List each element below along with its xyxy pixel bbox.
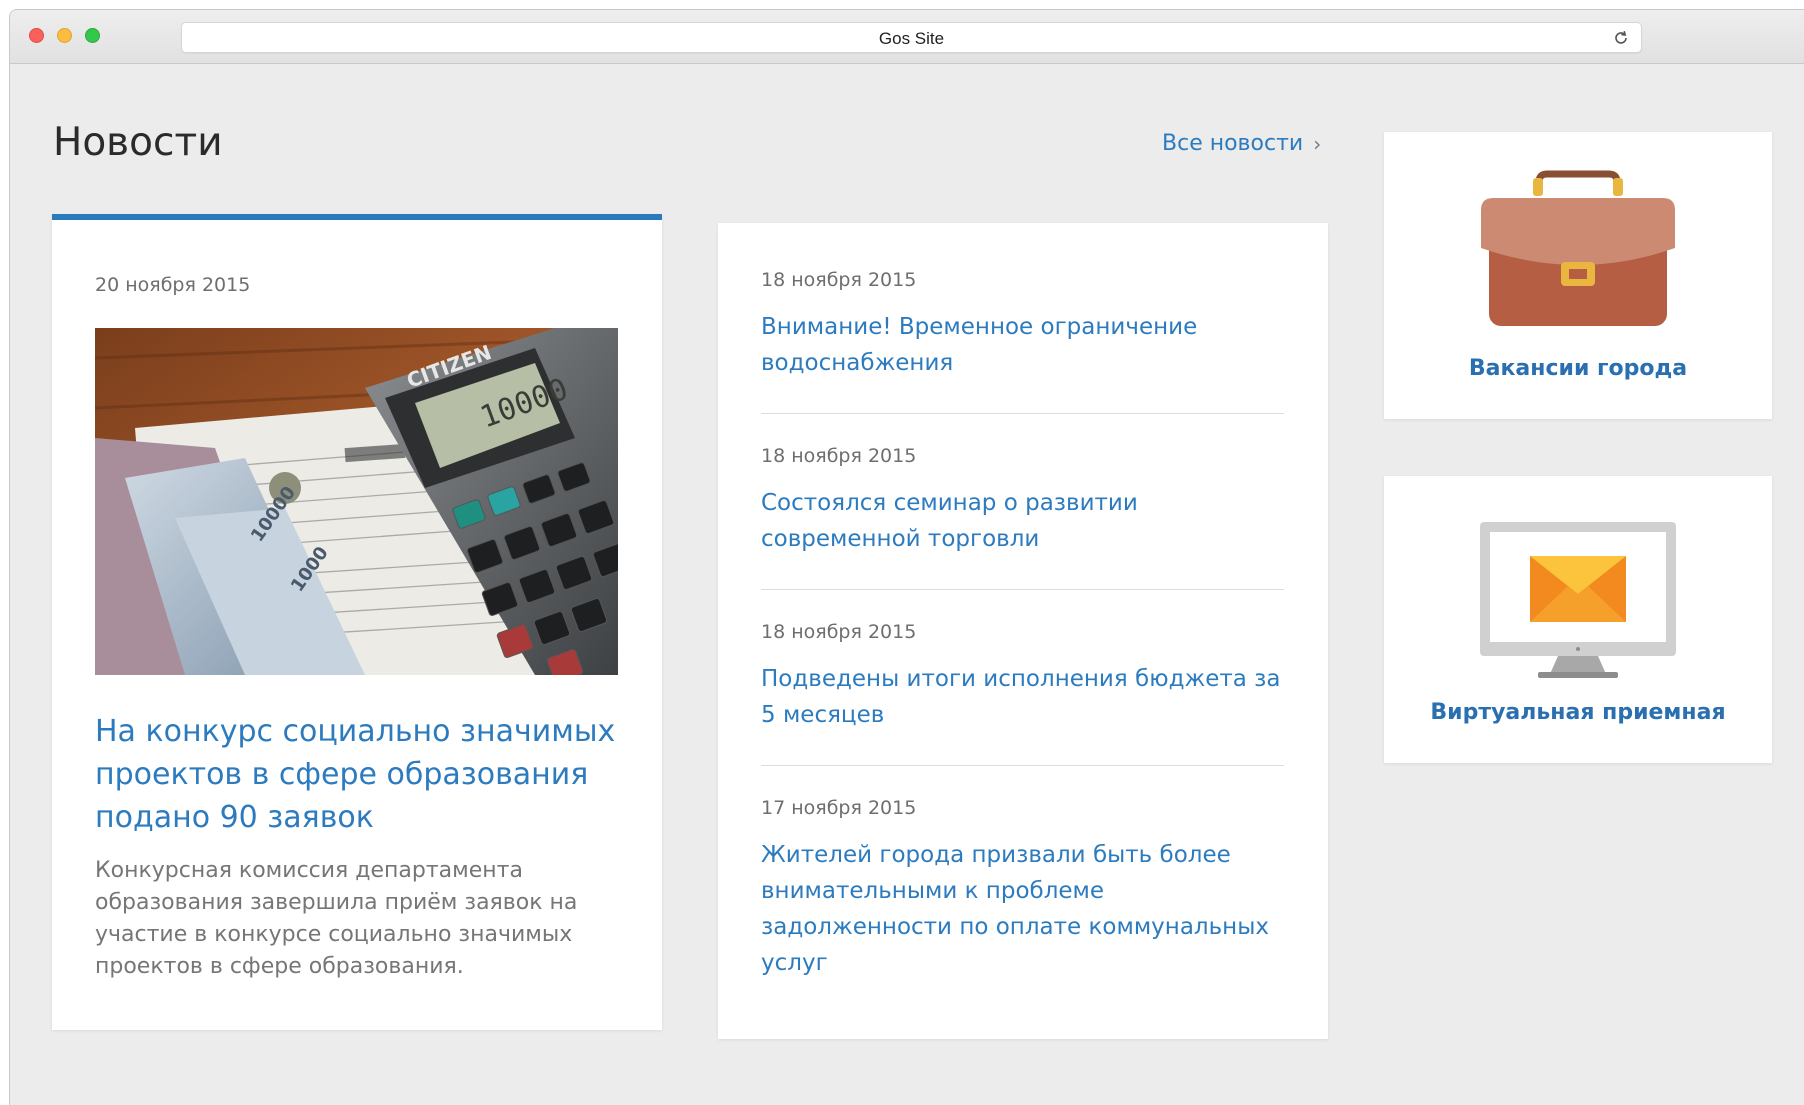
vacancies-tile[interactable]: Вакансии города: [1384, 132, 1772, 419]
news-date: 18 ноября 2015: [761, 445, 917, 467]
list-item: 18 ноября 2015 Подведены итоги исполнени…: [761, 621, 1284, 733]
news-date: 17 ноября 2015: [761, 797, 917, 819]
monitor-envelope-icon: [1480, 522, 1676, 678]
news-list-card: 18 ноября 2015 Внимание! Временное огран…: [718, 223, 1328, 1039]
page-title: Gos Site: [878, 29, 945, 48]
browser-window: Gos Site Новости Все новости › 20 ноября…: [9, 9, 1804, 1105]
featured-news-date: 20 ноября 2015: [95, 274, 251, 296]
minimize-window-button[interactable]: [57, 28, 72, 43]
close-window-button[interactable]: [29, 28, 44, 43]
featured-news-photo[interactable]: 10000 1000 CITIZEN 10000: [95, 328, 618, 675]
reload-icon[interactable]: [1611, 28, 1631, 48]
browser-titlebar: Gos Site: [10, 10, 1804, 64]
vacancies-label: Вакансии города: [1468, 356, 1688, 381]
news-link[interactable]: Жителей города призвали быть более внима…: [761, 837, 1284, 981]
divider: [761, 589, 1284, 590]
list-item: 18 ноября 2015 Внимание! Временное огран…: [761, 269, 1284, 381]
all-news-link[interactable]: Все новости ›: [1162, 131, 1321, 156]
maximize-window-button[interactable]: [85, 28, 100, 43]
all-news-label: Все новости: [1162, 131, 1304, 156]
list-item: 17 ноября 2015 Жителей города призвали б…: [761, 797, 1284, 981]
news-link[interactable]: Подведены итоги исполнения бюджета за 5 …: [761, 661, 1284, 733]
featured-news-card: 20 ноября 2015 10000 1000 CITIZEN 10000 …: [52, 214, 662, 1030]
address-bar[interactable]: Gos Site: [181, 22, 1642, 53]
list-item: 18 ноября 2015 Состоялся семинар о разви…: [761, 445, 1284, 557]
news-date: 18 ноября 2015: [761, 269, 917, 291]
virtual-reception-label: Виртуальная приемная: [1430, 700, 1726, 725]
news-section-title: Новости: [53, 120, 223, 165]
featured-news-headline[interactable]: На конкурс социально значимых проектов в…: [95, 710, 625, 839]
news-link[interactable]: Внимание! Временное ограничение водоснаб…: [761, 309, 1284, 381]
briefcase-icon: [1481, 170, 1675, 326]
news-link[interactable]: Состоялся семинар о развитии современной…: [761, 485, 1284, 557]
virtual-reception-tile[interactable]: Виртуальная приемная: [1384, 476, 1772, 763]
divider: [761, 413, 1284, 414]
news-date: 18 ноября 2015: [761, 621, 917, 643]
divider: [761, 765, 1284, 766]
chevron-right-icon: ›: [1313, 131, 1322, 156]
featured-news-lead: Конкурсная комиссия департамента образов…: [95, 858, 578, 979]
